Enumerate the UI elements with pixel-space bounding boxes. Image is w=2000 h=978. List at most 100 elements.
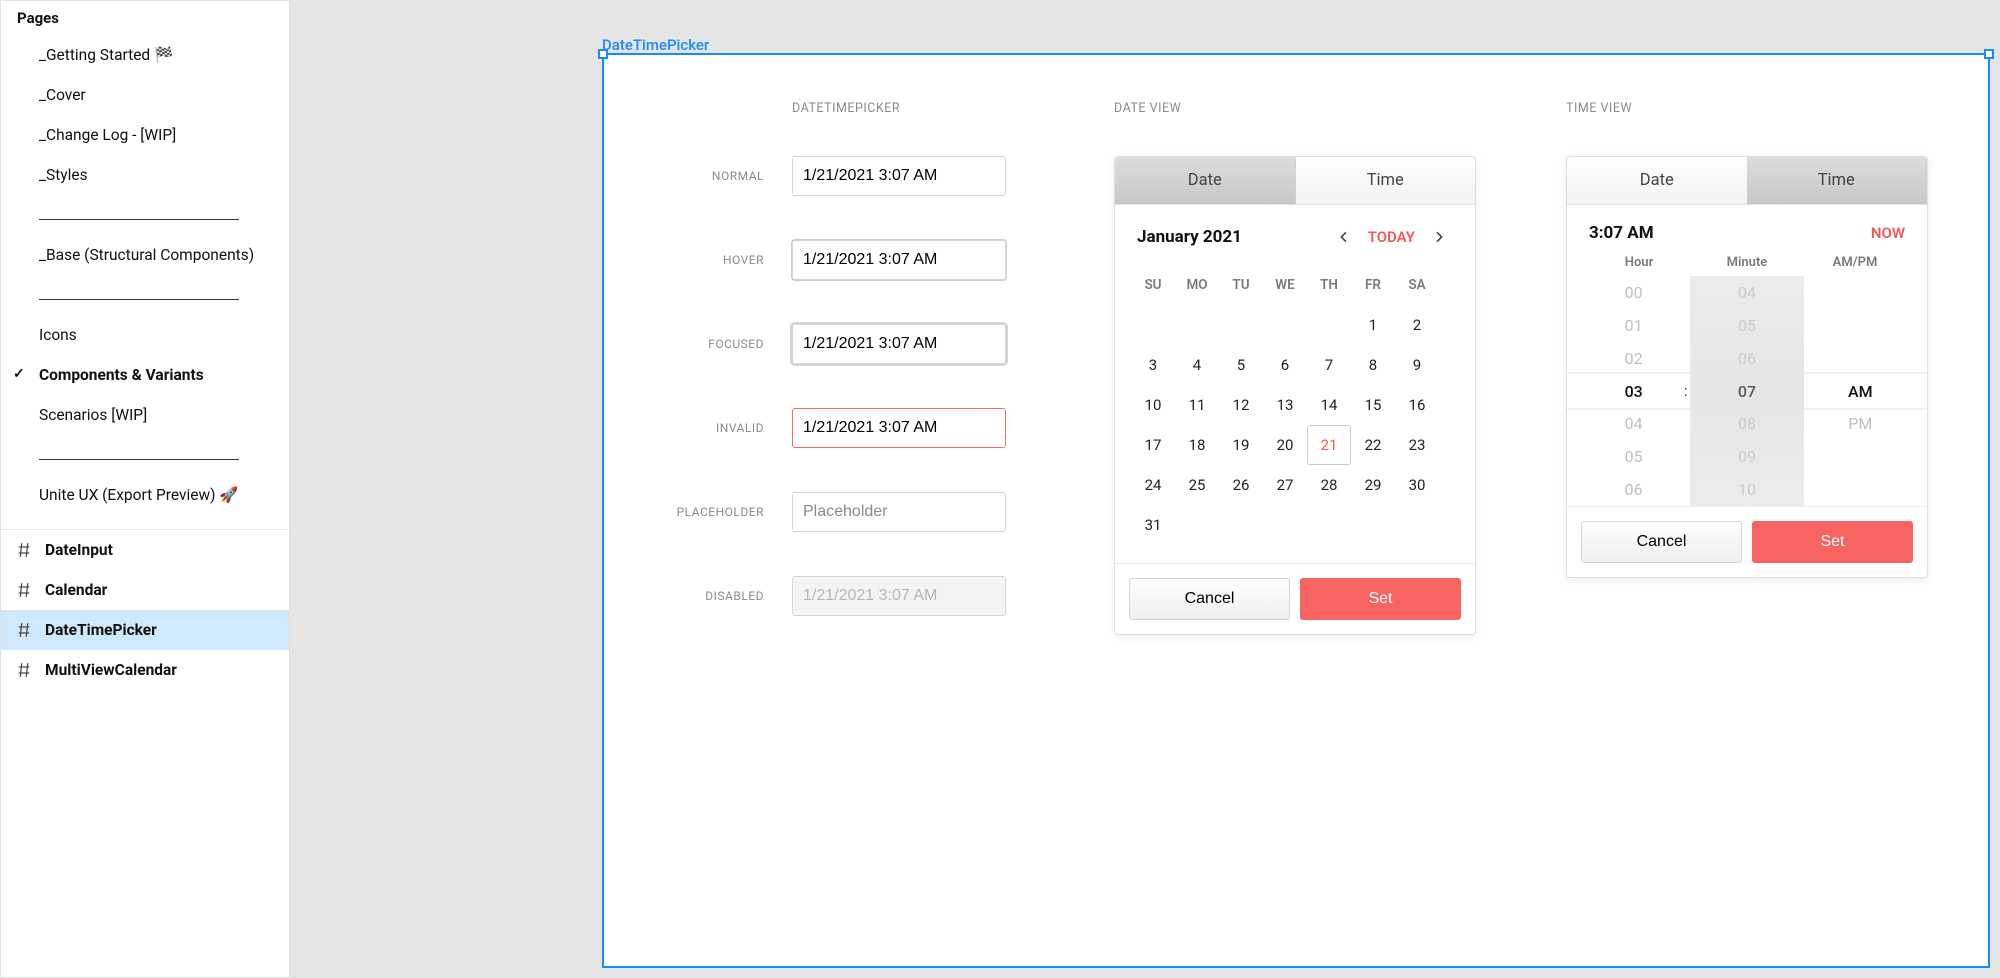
ampm-spinner-value[interactable]: PM [1804, 407, 1917, 440]
ampm-spinner-value[interactable] [1804, 440, 1917, 473]
now-button[interactable]: NOW [1871, 224, 1905, 242]
frame-item[interactable]: DateInput [1, 530, 289, 570]
minute-spinner-value[interactable]: 08 [1690, 407, 1803, 440]
calendar-day[interactable]: 23 [1395, 425, 1439, 465]
calendar-day[interactable]: 7 [1307, 345, 1351, 385]
calendar-day[interactable]: 8 [1351, 345, 1395, 385]
datetimepicker-input[interactable] [792, 408, 1006, 448]
ampm-spinner-value[interactable] [1804, 473, 1917, 506]
hour-spinner-value[interactable]: 03 [1577, 375, 1690, 408]
selection-handle-tr[interactable] [1984, 49, 1994, 59]
datetimepicker-field[interactable] [793, 325, 1006, 363]
calendar-day[interactable]: 13 [1263, 385, 1307, 425]
calendar-day[interactable]: 15 [1351, 385, 1395, 425]
hour-spinner-value[interactable]: 01 [1577, 309, 1690, 342]
calendar-day[interactable]: 17 [1131, 425, 1175, 465]
frame-item[interactable]: Calendar [1, 570, 289, 610]
page-item[interactable]: _Change Log - [WIP] [1, 115, 289, 155]
frame-item[interactable]: MultiViewCalendar [1, 650, 289, 690]
hour-spinner[interactable]: 00010203040506 [1577, 276, 1690, 506]
calendar-day[interactable]: 10 [1131, 385, 1175, 425]
calendar-day[interactable]: 2 [1395, 305, 1439, 345]
calendar-day[interactable]: 5 [1219, 345, 1263, 385]
calendar-day[interactable]: 19 [1219, 425, 1263, 465]
calendar-day[interactable]: 30 [1395, 465, 1439, 505]
calendar-day[interactable]: 31 [1131, 505, 1175, 545]
page-item[interactable]: ✓Components & Variants [1, 355, 289, 395]
page-item[interactable]: _Cover [1, 75, 289, 115]
ampm-spinner-value[interactable] [1804, 276, 1917, 309]
calendar-day[interactable]: 21 [1307, 425, 1351, 465]
calendar-day[interactable]: 20 [1263, 425, 1307, 465]
datetimepicker-field[interactable] [793, 157, 1006, 195]
hour-spinner-value[interactable]: 04 [1577, 407, 1690, 440]
hour-spinner-value[interactable]: 00 [1577, 276, 1690, 309]
calendar-day[interactable]: 26 [1219, 465, 1263, 505]
datetimepicker-input[interactable] [792, 240, 1006, 280]
datetimepicker-input[interactable] [792, 492, 1006, 532]
calendar-day[interactable]: 4 [1175, 345, 1219, 385]
page-item[interactable]: _Base (Structural Components) [1, 235, 289, 275]
hour-spinner-value[interactable]: 02 [1577, 342, 1690, 375]
time-spinners[interactable]: : 0001020304050604050607080910AMPM [1567, 276, 1927, 506]
ampm-spinner-value[interactable]: AM [1804, 375, 1917, 408]
datetimepicker-input[interactable] [792, 156, 1006, 196]
cancel-button[interactable]: Cancel [1129, 578, 1290, 620]
calendar-day[interactable]: 25 [1175, 465, 1219, 505]
datetimepicker-input[interactable] [792, 576, 1006, 616]
selection-handle-tl[interactable] [598, 49, 608, 59]
ampm-spinner-value[interactable] [1804, 309, 1917, 342]
page-item[interactable]: Scenarios [WIP] [1, 395, 289, 435]
ampm-spinner[interactable]: AMPM [1804, 276, 1917, 506]
minute-spinner-value[interactable]: 05 [1690, 309, 1803, 342]
tab-date[interactable]: Date [1115, 157, 1296, 204]
minute-spinner-value[interactable]: 04 [1690, 276, 1803, 309]
datetimepicker-input[interactable] [792, 324, 1006, 364]
calendar-day[interactable]: 24 [1131, 465, 1175, 505]
calendar-day[interactable]: 18 [1175, 425, 1219, 465]
calendar-day[interactable]: 11 [1175, 385, 1219, 425]
hour-spinner-value[interactable]: 05 [1577, 440, 1690, 473]
calendar-day[interactable]: 9 [1395, 345, 1439, 385]
page-item[interactable]: Unite UX (Export Preview) 🚀 [1, 475, 289, 515]
calendar-prev-icon[interactable] [1330, 223, 1358, 251]
calendar-day[interactable]: 16 [1395, 385, 1439, 425]
page-item[interactable]: Icons [1, 315, 289, 355]
datetimepicker-field[interactable] [793, 493, 1006, 531]
tab-time[interactable]: Time [1296, 157, 1476, 204]
calendar-day[interactable]: 14 [1307, 385, 1351, 425]
calendar-day[interactable]: 1 [1351, 305, 1395, 345]
datetimepicker-field[interactable] [793, 241, 1006, 279]
artboard-datetimepicker[interactable]: DATETIMEPICKER NORMALHOVERFOCUSEDINVALID… [602, 53, 1990, 968]
calendar-day[interactable]: 28 [1307, 465, 1351, 505]
frame-item[interactable]: DateTimePicker [1, 610, 289, 650]
calendar-day[interactable]: 22 [1351, 425, 1395, 465]
minute-spinner-value[interactable]: 09 [1690, 440, 1803, 473]
cancel-button-2[interactable]: Cancel [1581, 521, 1742, 563]
minute-spinner-value[interactable]: 10 [1690, 473, 1803, 506]
calendar-day[interactable]: 27 [1263, 465, 1307, 505]
calendar-day[interactable]: 29 [1351, 465, 1395, 505]
tab-date-2[interactable]: Date [1567, 157, 1747, 204]
datetimepicker-field[interactable] [793, 577, 1006, 615]
page-item[interactable]: _Styles [1, 155, 289, 195]
hour-spinner-value[interactable]: 06 [1577, 473, 1690, 506]
page-item[interactable]: _Getting Started 🏁 [1, 35, 289, 75]
frame-label[interactable]: DateTimePicker [602, 36, 709, 54]
calendar-day[interactable]: 6 [1263, 345, 1307, 385]
minute-spinner-value[interactable]: 07 [1690, 375, 1803, 408]
minute-spinner-value[interactable]: 06 [1690, 342, 1803, 375]
calendar-day[interactable]: 12 [1219, 385, 1263, 425]
today-button[interactable]: TODAY [1368, 228, 1415, 246]
calendar-month-year[interactable]: January 2021 [1137, 227, 1242, 247]
ampm-spinner-value[interactable] [1804, 342, 1917, 375]
tab-time-2[interactable]: Time [1747, 157, 1928, 204]
calendar-day[interactable]: 3 [1131, 345, 1175, 385]
datetimepicker-field[interactable] [793, 409, 1006, 447]
spin-labels: Hour Minute AM/PM [1567, 255, 1927, 276]
set-button-2[interactable]: Set [1752, 521, 1913, 563]
calendar-next-icon[interactable] [1425, 223, 1453, 251]
minute-spinner[interactable]: 04050607080910 [1690, 276, 1803, 506]
set-button[interactable]: Set [1300, 578, 1461, 620]
canvas[interactable]: DateTimePicker DATETIMEPICKER NORMALHOVE… [290, 0, 2000, 978]
